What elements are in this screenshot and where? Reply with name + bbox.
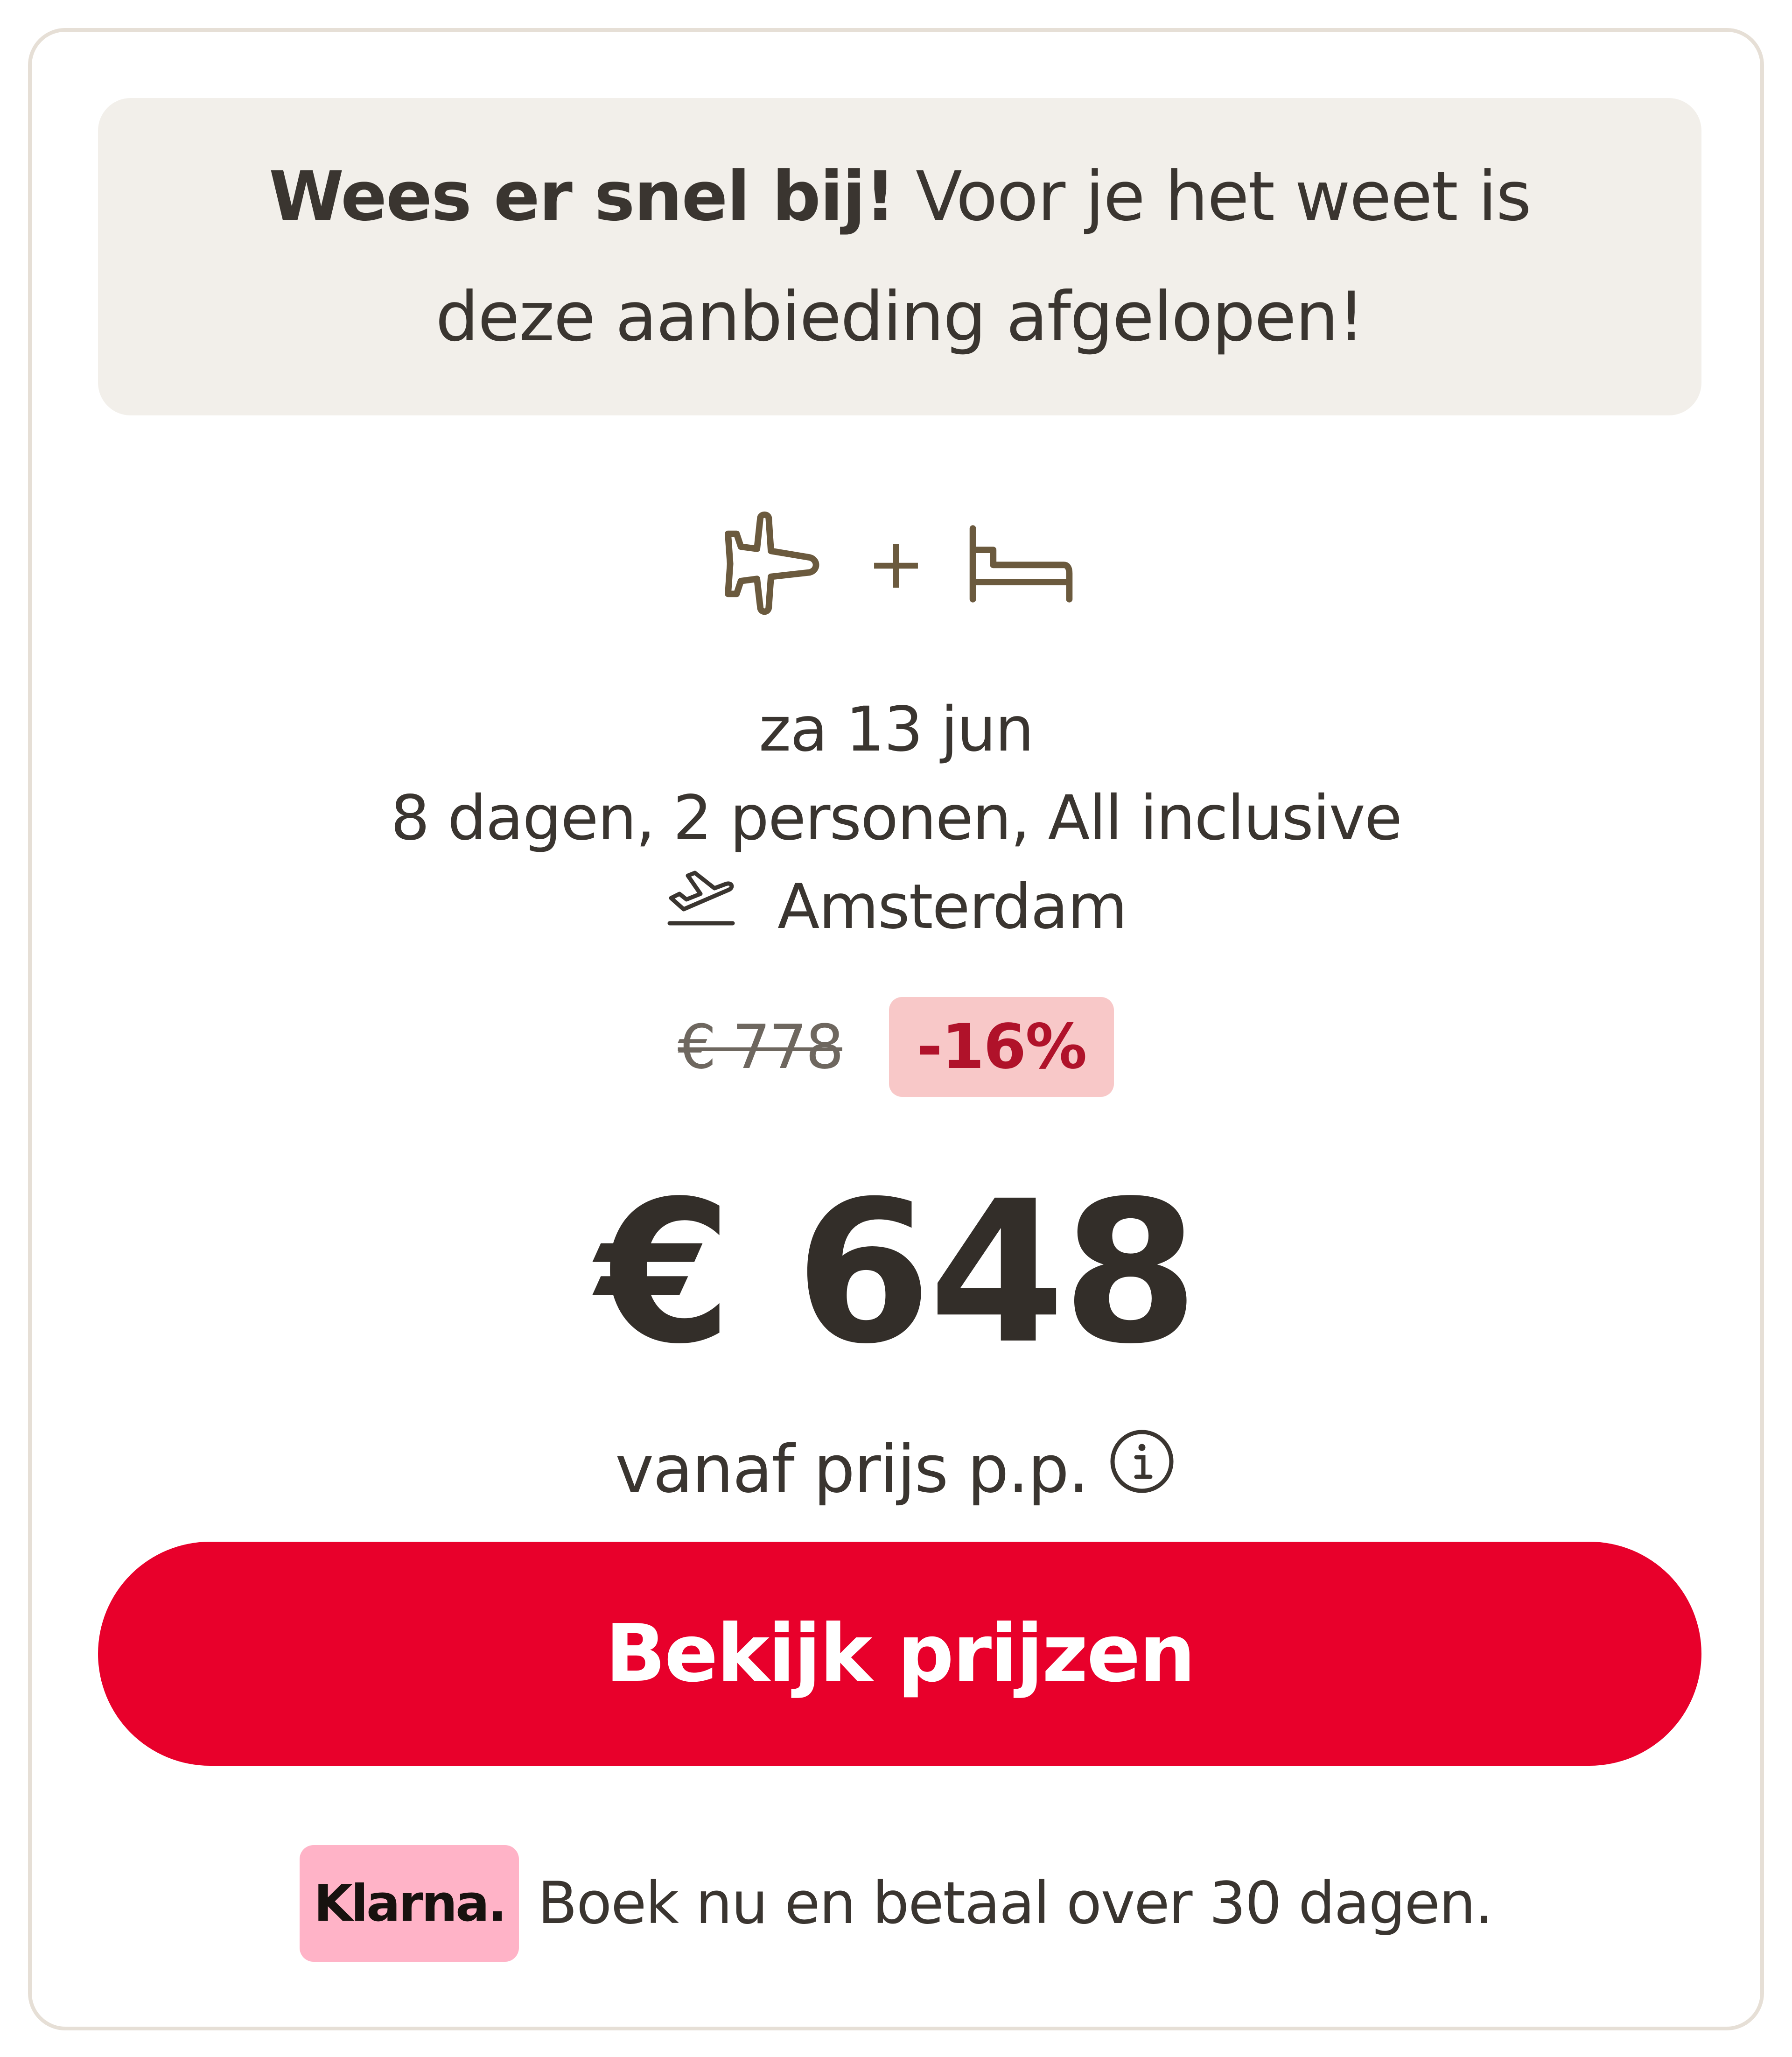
old-price: € 778 [678,1011,844,1082]
departure-row: Amsterdam [32,863,1760,951]
urgency-bold-text: Wees er snel bij! [269,157,896,236]
urgency-banner: Wees er snel bij! Voor je het weet is de… [98,98,1701,415]
plane-takeoff-icon [665,863,735,951]
deal-card: Wees er snel bij! Voor je het weet is de… [28,28,1764,2030]
trip-details: 8 dagen, 2 personen, All inclusive [390,782,1402,854]
old-price-row: € 778 -16% [32,984,1760,1110]
package-icons: + [32,503,1760,625]
current-price: € 648 [596,1159,1198,1387]
price-note: vanaf prijs p.p. [615,1431,1089,1508]
discount-badge: -16% [889,997,1114,1097]
trip-info: za 13 jun 8 dagen, 2 personen, All inclu… [32,685,1760,951]
info-icon[interactable] [1107,1426,1177,1512]
urgency-message: Wees er snel bij! Voor je het weet is de… [191,136,1608,377]
airplane-icon [717,510,825,618]
bed-icon [967,524,1075,604]
departure-airport: Amsterdam [777,871,1127,943]
klarna-row: Klarna. Boek nu en betaal over 30 dagen. [32,1843,1760,1964]
view-prices-button[interactable]: Bekijk prijzen [98,1542,1701,1766]
package-separator: + [867,523,925,604]
klarna-text: Boek nu en betaal over 30 dagen. [538,1870,1493,1937]
trip-date: za 13 jun [758,694,1034,765]
klarna-logo: Klarna. [300,1845,519,1962]
price-note-row: vanaf prijs p.p. [32,1423,1760,1516]
